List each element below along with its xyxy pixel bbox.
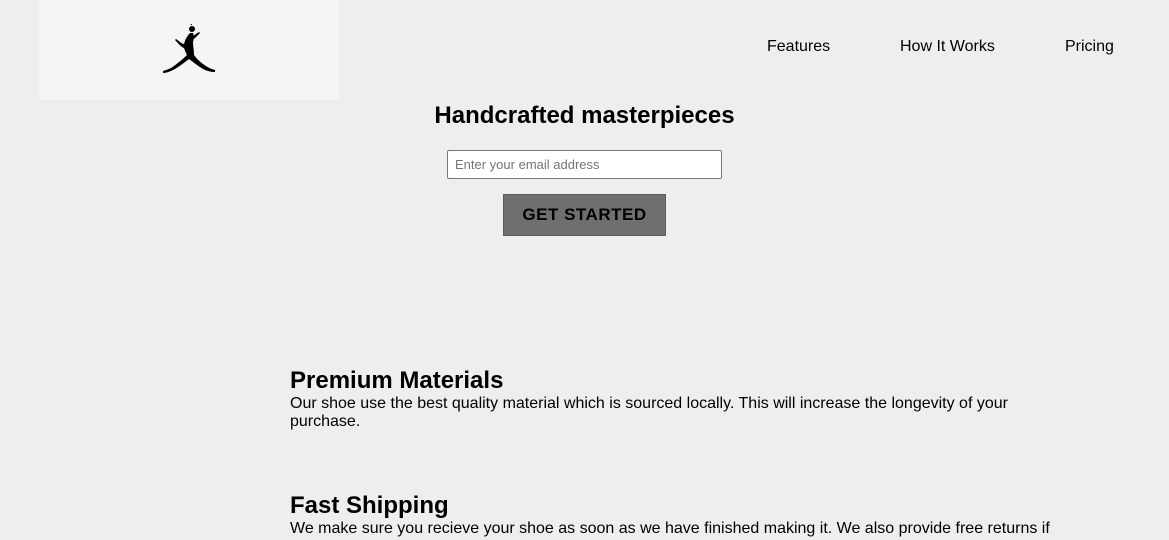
nav-link-features[interactable]: Features	[767, 38, 830, 56]
feature-title: Fast Shipping	[290, 492, 449, 519]
feature-fast-shipping: Fast Shipping We make sure you recieve y…	[290, 492, 1090, 540]
feature-title: Premium Materials	[290, 367, 504, 394]
header-logo[interactable]	[39, 0, 339, 100]
feature-description: Our shoe use the best quality material w…	[290, 395, 1008, 430]
jumpman-logo-icon	[163, 24, 215, 73]
hero-title: Handcrafted masterpieces	[434, 102, 735, 129]
feature-premium-materials: Premium Materials Our shoe use the best …	[290, 367, 1090, 431]
email-input[interactable]	[447, 150, 722, 179]
nav-link-how-it-works[interactable]: How It Works	[900, 38, 995, 56]
feature-description: We make sure you recieve your shoe as so…	[290, 520, 1050, 540]
nav-link-pricing[interactable]: Pricing	[1065, 38, 1114, 56]
landing-page: Features How It Works Pricing Handcrafte…	[0, 0, 1169, 540]
get-started-button[interactable]: GET STARTED	[503, 194, 666, 236]
